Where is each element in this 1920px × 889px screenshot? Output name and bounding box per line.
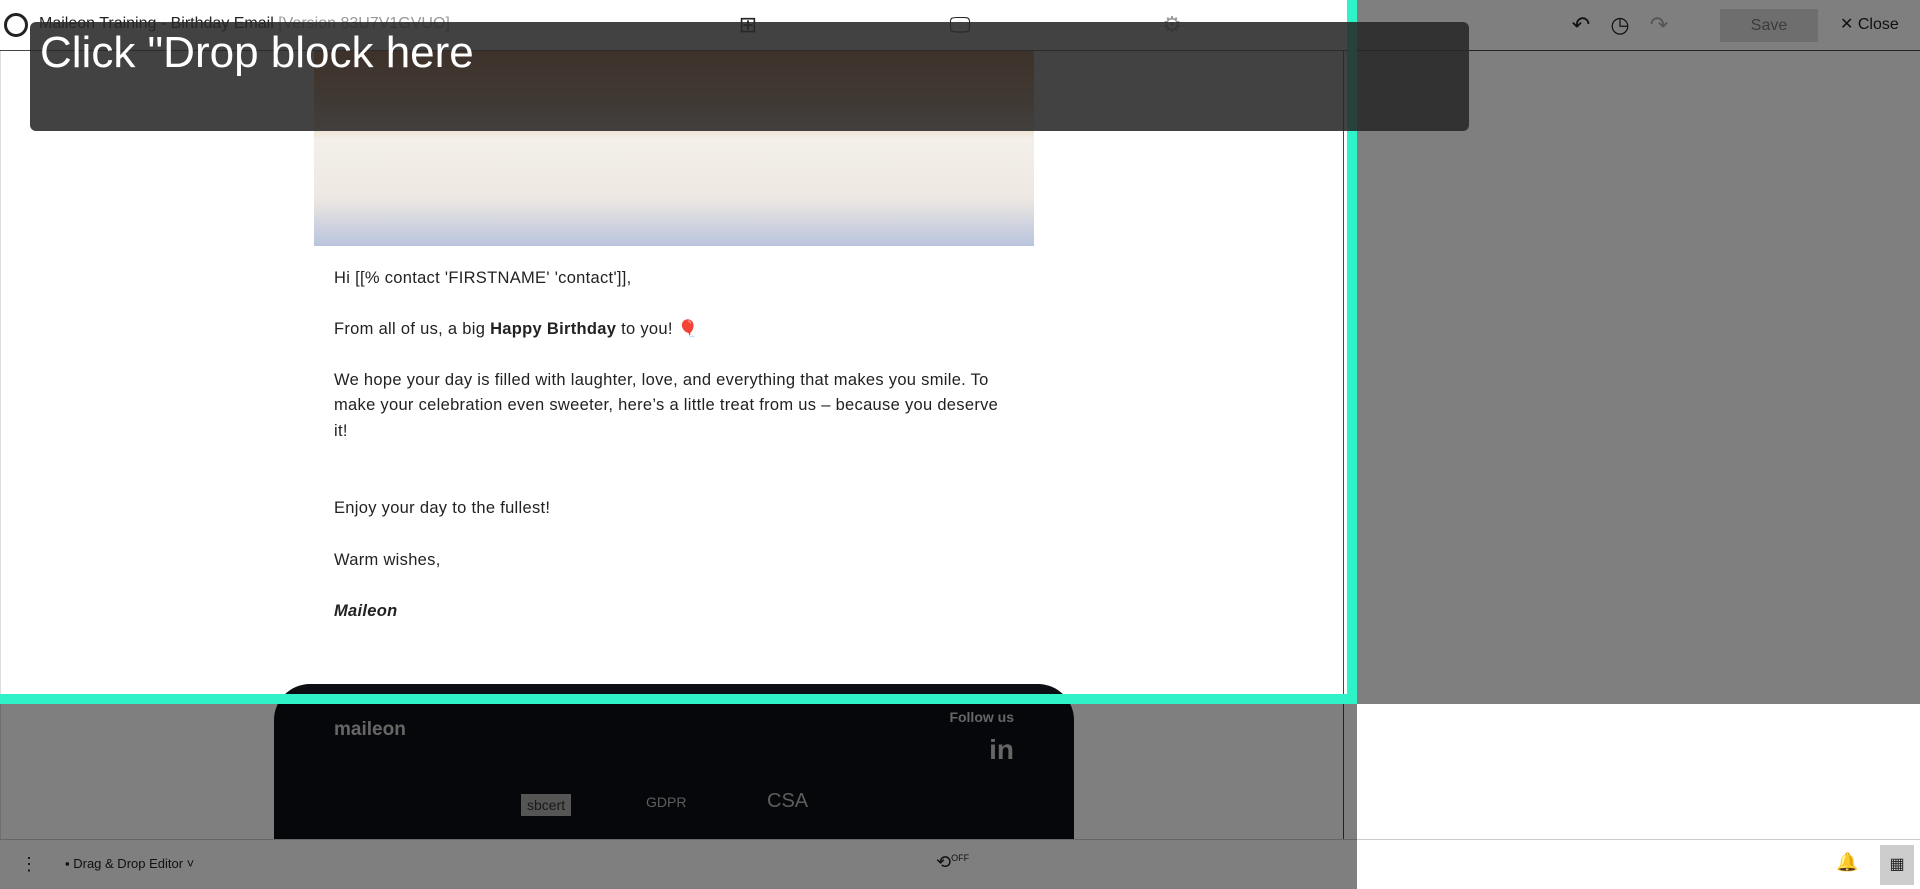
line-pre: From all of us, a big [334, 320, 491, 338]
greeting-text: Hi [[% contact 'FIRSTNAME' 'contact']], [334, 269, 632, 287]
apps-grid-icon[interactable]: ▦ [1880, 845, 1914, 885]
highlight-border-bottom [0, 694, 1357, 704]
overlay-bottom [0, 704, 1357, 889]
line-post: to you! 🎈 [616, 320, 699, 338]
birthday-line: From all of us, a big Happy Birthday to … [334, 320, 698, 339]
wishes-text: Warm wishes, [334, 551, 441, 569]
notification-bell-icon[interactable]: 🔔 [1836, 852, 1858, 873]
maileon-logo-icon [4, 13, 28, 37]
tour-tooltip: Click "Drop block here [30, 22, 1469, 131]
enjoy-text: Enjoy your day to the fullest! [334, 499, 551, 517]
signature-text: Maileon [334, 602, 398, 620]
paragraph-line-3: it! [334, 422, 348, 440]
line-bold: Happy Birthday [490, 320, 617, 338]
paragraph-line-2: make your celebration even sweeter, here… [334, 396, 999, 414]
paragraph-line-1: We hope your day is filled with laughter… [334, 371, 989, 389]
